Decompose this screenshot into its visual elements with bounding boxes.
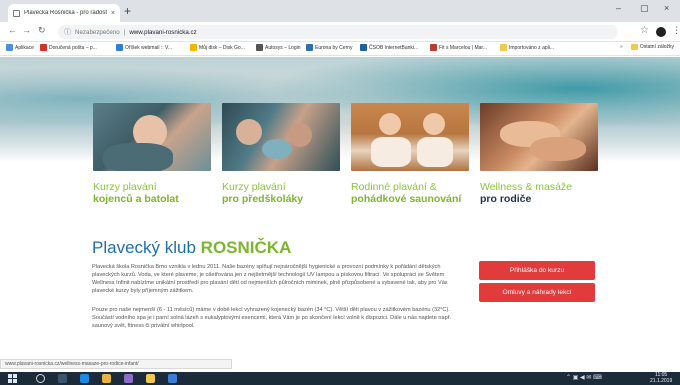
card-preschool-courses[interactable]: Kurzy plavání pro předškoláky xyxy=(222,103,344,206)
bookmark-item[interactable]: Aplikace xyxy=(6,44,34,51)
card-title-line1: Rodinné plavání & xyxy=(351,181,437,193)
address-divider: | xyxy=(123,28,126,36)
other-bookmarks[interactable]: » Ostatní záložky xyxy=(620,44,674,50)
google-drive-icon xyxy=(190,44,197,51)
bookmark-item[interactable]: Importováno z apli... xyxy=(500,44,554,51)
bookmarks-bar: Aplikace Doručená pošta – p... Oříšek we… xyxy=(0,42,680,56)
bookmark-item[interactable]: Můj disk – Disk Go... xyxy=(190,44,245,51)
clock-date: 21.1.2019 xyxy=(650,378,673,384)
tab-close-icon[interactable]: × xyxy=(111,10,115,17)
page-viewport: Kurzy plavání kojenců a batolat Kurzy pl… xyxy=(0,57,680,372)
browser-tab-strip: Plavecká Rosnička - pro radost z ... × +… xyxy=(0,0,680,22)
windows-start-icon[interactable] xyxy=(8,374,17,383)
autosys-icon xyxy=(256,44,263,51)
bookmark-item[interactable]: Fit s Marcelou | Mar... xyxy=(430,44,487,51)
card-title-line2: pro předškoláky xyxy=(222,193,304,205)
bookmark-label: ČSOB InternetBanki... xyxy=(369,44,419,51)
bookmark-label: Eurona by Cerny xyxy=(315,44,353,51)
security-label: Nezabezpečeno xyxy=(75,28,120,36)
excuses-button[interactable]: Omluvy a náhrady lekcí xyxy=(479,283,595,302)
card-title-line2: pro rodiče xyxy=(480,193,532,205)
child-face-shape xyxy=(379,113,401,135)
forward-arrow-icon[interactable]: → xyxy=(22,25,31,35)
card-infant-courses[interactable]: Kurzy plavání kojenců a batolat xyxy=(93,103,215,206)
edge-icon[interactable] xyxy=(80,374,89,383)
close-window-button[interactable]: × xyxy=(664,3,669,13)
chrome-icon[interactable] xyxy=(146,374,155,383)
title-prefix: Plavecký klub xyxy=(92,238,196,257)
browser-menu-icon[interactable]: ⋮ xyxy=(672,25,680,36)
tab-title: Plavecká Rosnička - pro radost z ... xyxy=(24,10,108,16)
bookmark-label: Oříšek webmail :: V... xyxy=(125,44,173,51)
folder-icon xyxy=(630,44,638,50)
bookmark-item[interactable]: Doručená pošta – p... xyxy=(40,44,97,51)
bookmark-item[interactable]: ČSOB InternetBanki... xyxy=(360,44,418,51)
card-title-line1: Wellness & masáže xyxy=(480,181,573,193)
address-url: www.plavani-rosnicka.cz xyxy=(129,28,197,36)
bookmark-label: Můj disk – Disk Go... xyxy=(199,44,245,51)
bookmark-label: Doručená pošta – p... xyxy=(49,44,97,51)
bookmark-item[interactable]: Oříšek webmail :: V... xyxy=(116,44,172,51)
back-shape xyxy=(530,137,586,161)
maximize-button[interactable]: ▢ xyxy=(640,3,649,14)
card-family-swimming[interactable]: Rodinné plavání & pohádkové saunování xyxy=(351,103,473,206)
browser-tab[interactable]: Plavecká Rosnička - pro radost z ... × xyxy=(8,4,120,22)
card-title-line1: Kurzy plavání xyxy=(93,181,157,193)
new-tab-button[interactable]: + xyxy=(124,4,131,18)
task-view-icon[interactable] xyxy=(58,374,67,383)
info-icon[interactable]: ⓘ xyxy=(64,27,71,37)
reload-icon[interactable]: ↻ xyxy=(38,25,46,36)
infant-swimming-photo[interactable] xyxy=(93,103,211,171)
intro-paragraph: Plavecká škola Rosnička Brno vznikla v l… xyxy=(92,264,448,295)
bookmark-label: Importováno z apli... xyxy=(509,44,555,51)
bookmark-item[interactable]: Autosys – Login xyxy=(256,44,301,51)
store-icon[interactable] xyxy=(124,374,133,383)
card-wellness-massage[interactable]: Wellness & masáže pro rodiče xyxy=(480,103,602,206)
child-face-shape xyxy=(236,119,262,145)
bookmark-label: Autosys – Login xyxy=(265,44,301,51)
system-tray[interactable]: ⌃ ▣ ◀ ✉ ⌨ xyxy=(566,374,602,381)
profile-avatar[interactable] xyxy=(656,27,666,37)
fitness-icon xyxy=(430,44,437,51)
child-face-shape xyxy=(288,123,312,147)
bookmark-label: Aplikace xyxy=(15,44,34,51)
minimize-button[interactable]: – xyxy=(616,3,621,13)
windows-taskbar: ⌃ ▣ ◀ ✉ ⌨ 11:05 21.1.2019 xyxy=(0,372,680,385)
bookmark-label: Fit s Marcelou | Mar... xyxy=(439,44,487,51)
search-icon[interactable] xyxy=(36,374,45,383)
apps-grid-icon xyxy=(6,44,13,51)
pool-info-paragraph: Pouze pro naše nejmenší (6 - 11 měsíců) … xyxy=(92,307,452,330)
chevron-right-icon[interactable]: » xyxy=(620,44,623,50)
preschool-swimming-photo[interactable] xyxy=(222,103,340,171)
title-accent: ROSNIČKA xyxy=(200,238,292,257)
file-explorer-icon[interactable] xyxy=(102,374,111,383)
other-bookmarks-label: Ostatní záložky xyxy=(639,44,674,50)
page-title: Plavecký klub ROSNIČKA xyxy=(92,238,291,258)
page-icon xyxy=(13,9,20,17)
massage-photo[interactable] xyxy=(480,103,598,171)
browser-toolbar: ← → ↻ ⓘ Nezabezpečeno | www.plavani-rosn… xyxy=(0,22,680,42)
water-splash-shape xyxy=(262,139,292,159)
webmail-icon xyxy=(116,44,123,51)
csob-bank-icon xyxy=(360,44,367,51)
link-status-bar: www.plavani-rosnicka.cz/wellness-masaze-… xyxy=(0,359,232,369)
signup-button[interactable]: Přihláška do kurzu xyxy=(479,261,595,280)
back-arrow-icon[interactable]: ← xyxy=(8,25,17,35)
card-title-line2: kojenců a batolat xyxy=(93,193,179,205)
towel-shape xyxy=(417,137,453,167)
word-icon[interactable] xyxy=(168,374,177,383)
water-shape xyxy=(103,143,173,171)
address-bar[interactable]: ⓘ Nezabezpečeno | www.plavani-rosnicka.c… xyxy=(58,25,618,39)
child-face-shape xyxy=(423,113,445,135)
bookmark-star-icon[interactable]: ☆ xyxy=(640,25,649,36)
bookmark-item[interactable]: Eurona by Cerny xyxy=(306,44,353,51)
towel-shape xyxy=(371,137,411,167)
gmail-icon xyxy=(40,44,47,51)
folder-icon xyxy=(500,44,507,51)
card-title-line2: pohádkové saunování xyxy=(351,193,462,205)
card-title-line1: Kurzy plavání xyxy=(222,181,286,193)
eurona-icon xyxy=(306,44,313,51)
clock[interactable]: 11:05 21.1.2019 xyxy=(650,372,672,384)
family-sauna-photo[interactable] xyxy=(351,103,469,171)
